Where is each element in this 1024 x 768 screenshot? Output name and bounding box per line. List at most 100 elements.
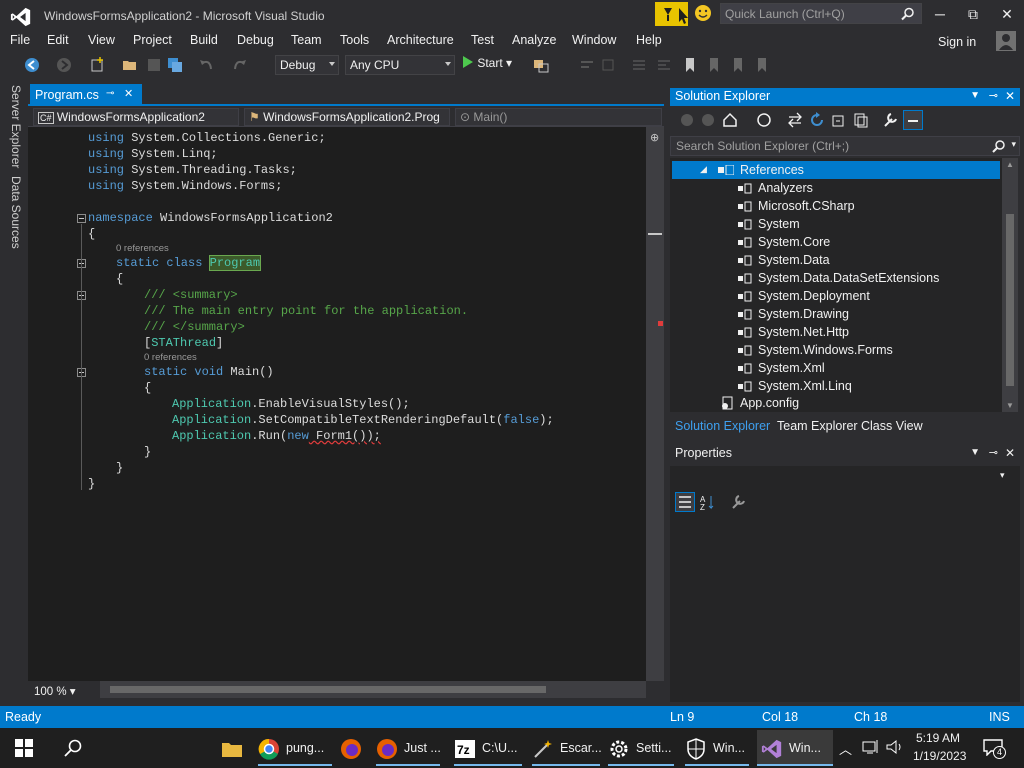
menu-architecture[interactable]: Architecture [387, 33, 454, 47]
bookmark-icon[interactable] [682, 57, 698, 73]
scrollbar-thumb[interactable] [1006, 214, 1014, 386]
collapse-namespace-icon[interactable] [77, 214, 86, 223]
comment-out-icon[interactable] [631, 57, 647, 73]
codelens-references[interactable]: 0 references [116, 243, 169, 254]
open-file-icon[interactable] [122, 57, 138, 73]
menu-tools[interactable]: Tools [340, 33, 369, 47]
tab-program-cs[interactable]: Program.cs ⊸ ✕ [30, 84, 142, 106]
type-navigation-dropdown[interactable]: ⚑ WindowsFormsApplication2.Prog [244, 108, 450, 126]
search-options-icon[interactable]: ▾ [1011, 139, 1016, 150]
menu-project[interactable]: Project [133, 33, 172, 47]
sync-active-document-icon[interactable] [787, 112, 803, 128]
expanded-arrow-icon[interactable]: ◢ [700, 164, 707, 175]
solution-explorer-scrollbar[interactable]: ▲ ▼ [1002, 158, 1018, 412]
codelens-references[interactable]: 0 references [144, 352, 197, 363]
server-explorer-tab[interactable]: Server Explorer [9, 85, 23, 168]
properties-wrench-icon[interactable] [882, 112, 898, 128]
solution-platform-dropdown[interactable]: Any CPU [345, 55, 455, 75]
forward-icon[interactable] [56, 57, 72, 73]
show-hidden-icons-chevron-icon[interactable]: ︿ [839, 739, 852, 758]
scrollbar-thumb[interactable] [110, 686, 546, 693]
taskbar-visual-studio[interactable]: Win... [757, 730, 833, 766]
forward-icon[interactable] [701, 113, 715, 127]
taskbar-firefox-window[interactable]: Just ... [376, 730, 441, 766]
collapse-all-icon[interactable] [831, 112, 847, 128]
visual-studio-logo-icon[interactable] [10, 6, 32, 28]
quick-launch-input[interactable]: Quick Launch (Ctrl+Q) [720, 3, 922, 24]
action-center-icon[interactable]: 4 [983, 738, 1007, 759]
object-selector-dropdown-icon[interactable]: ▾ [1000, 470, 1005, 481]
network-icon[interactable] [862, 739, 880, 755]
next-bookmark-icon[interactable] [730, 57, 746, 73]
menu-window[interactable]: Window [572, 33, 616, 47]
dropdown-icon[interactable]: ▼ [970, 90, 980, 101]
notification-flag-icon[interactable] [655, 2, 688, 26]
clock-time[interactable]: 5:19 AM [916, 731, 960, 745]
uncomment-icon[interactable] [656, 57, 672, 73]
pin-tab-icon[interactable]: ⊸ [106, 88, 114, 99]
split-editor-icon[interactable]: ⊕ [650, 131, 659, 144]
categorized-icon[interactable] [675, 492, 695, 512]
pending-changes-filter-icon[interactable] [756, 112, 772, 128]
menu-build[interactable]: Build [190, 33, 218, 47]
start-debugging-button[interactable]: Start ▾ [462, 56, 512, 70]
editor-vertical-scrollbar[interactable]: ⊕ [646, 127, 664, 681]
menu-file[interactable]: File [10, 33, 30, 47]
preview-selected-items-icon[interactable] [903, 110, 923, 130]
menu-view[interactable]: View [88, 33, 115, 47]
project-navigation-dropdown[interactable]: C# WindowsFormsApplication2 [33, 108, 239, 126]
menu-help[interactable]: Help [636, 33, 662, 47]
volume-icon[interactable] [886, 739, 904, 755]
sign-in-link[interactable]: Sign in [938, 35, 976, 49]
undo-icon[interactable] [198, 57, 214, 73]
restore-button[interactable]: ⧉ [956, 0, 990, 30]
tab-team-explorer[interactable]: Team Explorer [777, 419, 858, 433]
menu-edit[interactable]: Edit [47, 33, 69, 47]
close-tab-icon[interactable]: ✕ [124, 87, 133, 100]
prev-bookmark-icon[interactable] [706, 57, 722, 73]
back-icon[interactable] [24, 57, 40, 73]
taskbar-file-explorer[interactable] [218, 730, 246, 766]
home-icon[interactable] [722, 112, 738, 128]
close-panel-icon[interactable]: ✕ [1005, 89, 1015, 103]
solution-explorer-search-input[interactable]: Search Solution Explorer (Ctrl+;) ▾ [670, 136, 1020, 156]
save-icon[interactable] [146, 57, 162, 73]
alphabetical-sort-icon[interactable]: AZ [700, 494, 716, 510]
account-avatar-icon[interactable] [996, 31, 1016, 51]
taskbar-escargot[interactable]: Escar... [532, 730, 602, 766]
member-navigation-dropdown[interactable]: ⊙ Main() [455, 108, 662, 126]
windows-start-icon[interactable] [15, 739, 33, 757]
clock-date[interactable]: 1/19/2023 [913, 749, 966, 763]
scroll-up-icon[interactable]: ▲ [1006, 160, 1014, 169]
show-all-files-icon[interactable] [853, 112, 869, 128]
taskbar-search-icon[interactable] [64, 739, 82, 757]
feedback-smiley-icon[interactable] [694, 4, 712, 22]
step-over-icon[interactable] [579, 57, 595, 73]
tree-item-references[interactable]: ◢ References [672, 161, 1000, 179]
taskbar-settings[interactable]: Setti... [608, 730, 674, 766]
dropdown-icon[interactable]: ▼ [970, 447, 980, 458]
tab-solution-explorer[interactable]: Solution Explorer [675, 419, 770, 433]
refresh-icon[interactable] [809, 112, 825, 128]
minimize-button[interactable]: ─ [923, 0, 957, 30]
back-icon[interactable] [680, 113, 694, 127]
menu-team[interactable]: Team [291, 33, 322, 47]
data-sources-tab[interactable]: Data Sources [9, 176, 23, 249]
pin-icon[interactable]: ⊸ [989, 446, 998, 459]
taskbar-chrome[interactable]: pung... [258, 730, 332, 766]
solution-configuration-dropdown[interactable]: Debug [275, 55, 339, 75]
pin-icon[interactable]: ⊸ [989, 89, 998, 102]
close-button[interactable]: ✕ [990, 0, 1024, 30]
taskbar-firefox[interactable] [338, 730, 366, 766]
close-panel-icon[interactable]: ✕ [1005, 446, 1015, 460]
editor-horizontal-scrollbar[interactable] [100, 681, 646, 698]
menu-debug[interactable]: Debug [237, 33, 274, 47]
menu-analyze[interactable]: Analyze [512, 33, 556, 47]
taskbar-windows-security[interactable]: Win... [685, 730, 749, 766]
save-all-icon[interactable] [167, 57, 183, 73]
redo-icon[interactable] [232, 57, 248, 73]
property-pages-wrench-icon[interactable] [730, 494, 746, 510]
clear-bookmarks-icon[interactable] [754, 57, 770, 73]
taskbar-7zip[interactable]: 7z C:\U... [454, 730, 522, 766]
menu-test[interactable]: Test [471, 33, 494, 47]
